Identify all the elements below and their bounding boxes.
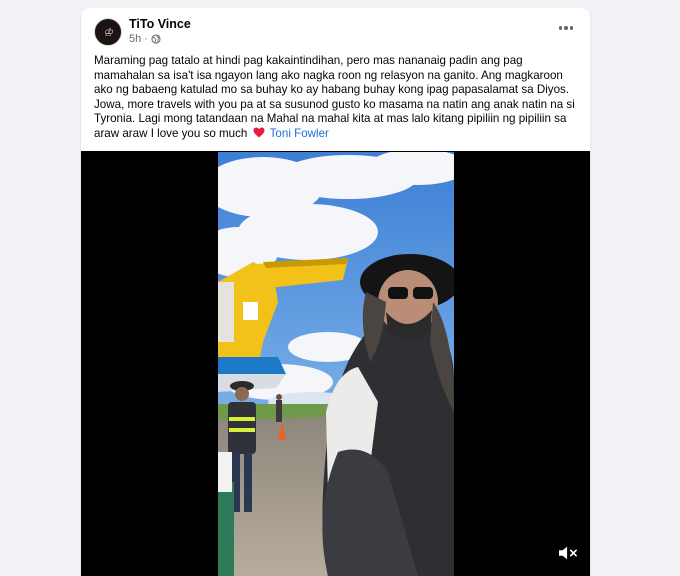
- author-name[interactable]: TiTo Vince: [129, 17, 191, 31]
- post-meta: 5h ·: [129, 33, 161, 45]
- avatar-monogram: ♔: [103, 25, 113, 39]
- meta-separator: ·: [144, 33, 148, 45]
- post-time[interactable]: 5h: [129, 33, 141, 45]
- heart-icon: [253, 127, 265, 138]
- ellipsis-icon-dot: [564, 26, 568, 30]
- post-body: Maraming pag tatalo at hindi pag kakaint…: [94, 54, 580, 142]
- post-message: Maraming pag tatalo at hindi pag kakaint…: [94, 54, 575, 140]
- ellipsis-icon-dot: [558, 26, 563, 30]
- speaker-muted-icon: [559, 546, 568, 560]
- ellipsis-icon-dot: [569, 26, 574, 30]
- video-player[interactable]: [81, 151, 590, 576]
- more-options-button[interactable]: [556, 20, 576, 36]
- mute-toggle-button[interactable]: [557, 544, 579, 562]
- post-header: ♔ TiTo Vince 5h ·: [81, 8, 590, 54]
- author-avatar[interactable]: ♔: [94, 18, 122, 46]
- mention-link[interactable]: Toni Fowler: [270, 127, 329, 140]
- post-card: ♔ TiTo Vince 5h · Maraming pag tatalo at…: [81, 8, 590, 576]
- video-frame[interactable]: [218, 152, 454, 576]
- globe-icon[interactable]: [151, 34, 161, 44]
